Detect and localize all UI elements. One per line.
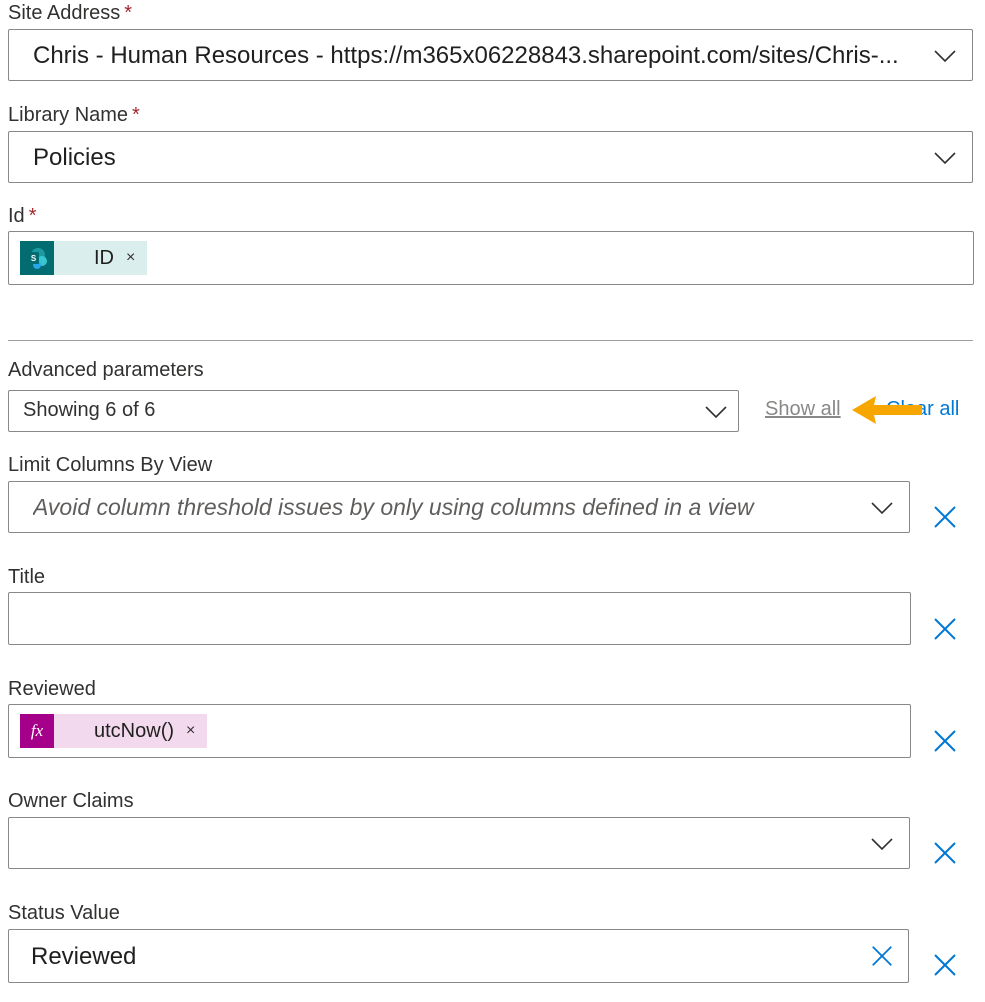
chevron-down-icon [934,50,956,63]
site-address-label: Site Address * [8,2,133,24]
remove-title-icon[interactable] [932,616,958,642]
status-value-value: Reviewed [31,943,137,970]
id-label: Id * [8,205,37,227]
limit-columns-placeholder: Avoid column threshold issues by only us… [33,494,754,520]
remove-reviewed-icon[interactable] [932,728,958,754]
svg-text:S: S [31,254,37,263]
reviewed-label: Reviewed [8,678,96,700]
sharepoint-icon: S [20,241,54,275]
showing-count: Showing 6 of 6 [23,399,156,421]
status-value-dropdown[interactable]: Reviewed [8,929,909,983]
chevron-down-icon [934,152,956,165]
site-address-value: Chris - Human Resources - https://m365x0… [33,42,899,69]
title-label: Title [8,566,46,588]
reviewed-input[interactable]: fx utcNow() × [8,704,911,758]
chevron-down-icon [871,838,893,851]
advanced-parameters-dropdown[interactable]: Showing 6 of 6 [8,390,739,432]
owner-claims-dropdown[interactable] [8,817,910,869]
remove-owner-claims-icon[interactable] [932,840,958,866]
site-address-dropdown[interactable]: Chris - Human Resources - https://m365x0… [8,29,973,81]
remove-status-value-icon[interactable] [932,952,958,978]
title-input[interactable] [8,592,911,645]
reviewed-token-label: utcNow() [94,719,175,742]
chevron-down-icon [705,406,727,419]
limit-columns-label: Limit Columns By View [8,454,213,476]
reviewed-token[interactable]: fx utcNow() × [20,714,208,748]
fx-icon: fx [20,714,54,748]
status-value-label: Status Value [8,902,120,924]
token-remove-button[interactable]: × [126,249,135,267]
library-name-label: Library Name * [8,104,140,126]
id-input[interactable]: S ID × [8,231,974,285]
clear-selection-icon[interactable] [870,944,894,968]
library-name-dropdown[interactable]: Policies [8,131,973,183]
token-remove-button[interactable]: × [186,722,195,740]
section-divider [8,340,973,341]
id-token[interactable]: S ID × [20,241,148,275]
advanced-parameters-label: Advanced parameters [8,359,204,381]
chevron-down-icon [871,502,893,515]
library-name-value: Policies [33,144,116,171]
show-all-link[interactable]: Show all [765,398,841,421]
owner-claims-label: Owner Claims [8,790,134,812]
remove-limit-columns-icon[interactable] [932,504,958,530]
id-token-label: ID [94,246,114,269]
arrow-annotation-icon [852,396,922,424]
limit-columns-dropdown[interactable]: Avoid column threshold issues by only us… [8,481,910,533]
